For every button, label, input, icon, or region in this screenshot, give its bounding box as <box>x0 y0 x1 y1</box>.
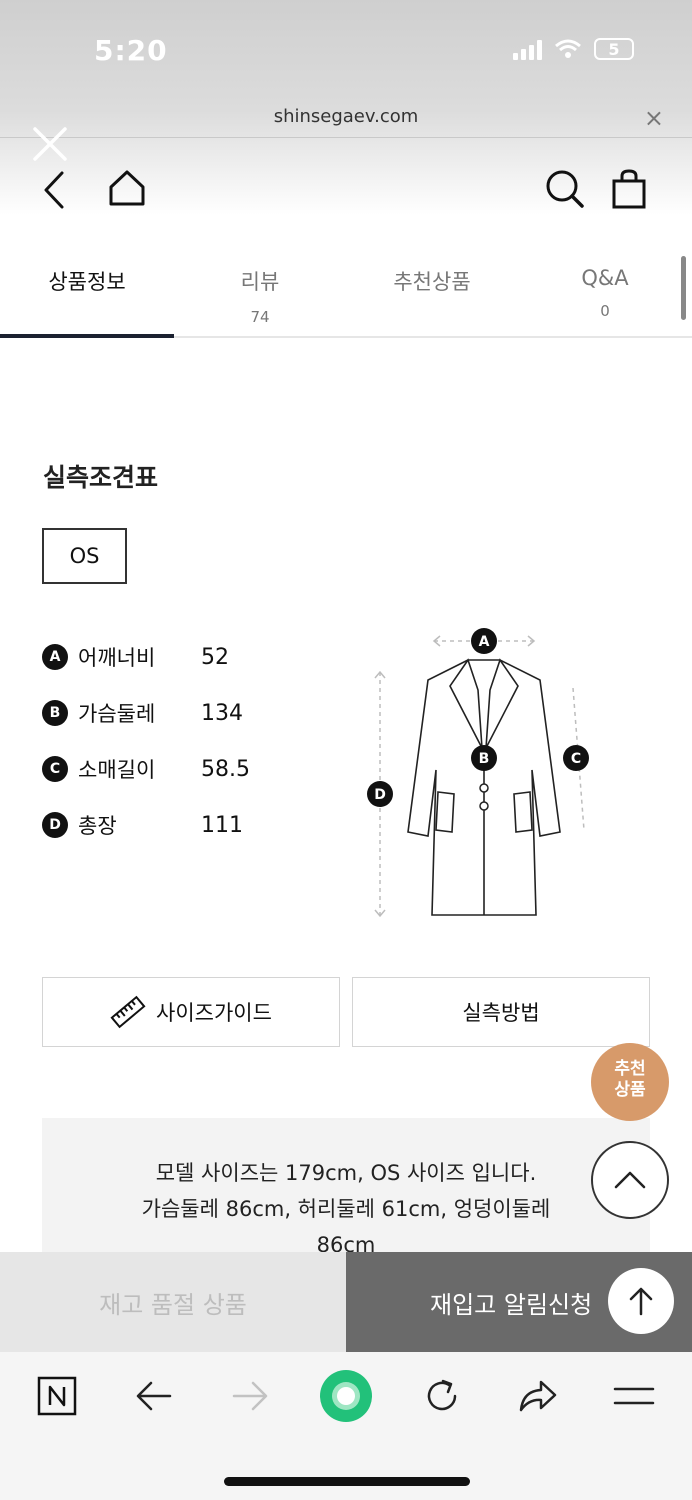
tab-label: Q&A <box>581 266 629 290</box>
measure-method-button[interactable]: 실측방법 <box>352 977 650 1047</box>
measurement-row: C 소매길이 58.5 <box>42 754 250 784</box>
marker-d-label: D <box>374 787 386 803</box>
marker-a: A <box>42 644 68 670</box>
arrow-up-icon <box>629 1287 653 1316</box>
measure-method-label: 실측방법 <box>462 1001 540 1025</box>
marker-c: C <box>42 756 68 782</box>
scroll-top-button[interactable] <box>591 1141 669 1219</box>
home-indicator <box>224 1477 470 1486</box>
marker-d: D <box>367 781 393 807</box>
marker-d: D <box>42 812 68 838</box>
divider <box>0 137 692 138</box>
measurement-value: 58.5 <box>201 756 250 782</box>
status-time: 5:20 <box>94 34 168 67</box>
tab-count: 74 <box>250 308 270 326</box>
tab-recommended[interactable]: 추천상품 <box>346 240 518 296</box>
coat-button <box>479 783 489 793</box>
measurement-label: 어깨너비 <box>78 646 156 670</box>
scroll-up-button[interactable] <box>608 1268 674 1334</box>
measurement-value: 134 <box>201 700 243 726</box>
model-info-line: 모델 사이즈는 179cm, OS 사이즈 입니다. <box>155 1161 537 1185</box>
size-chart-title: 실측조견표 <box>43 463 159 492</box>
marker-a-label: A <box>479 634 490 650</box>
scrollbar[interactable] <box>681 256 686 320</box>
size-guide-label: 사이즈가이드 <box>156 1001 272 1025</box>
marker-c-label: C <box>571 751 581 767</box>
sold-out-button: 재고 품절 상품 <box>0 1252 346 1352</box>
purchase-bar: 재고 품절 상품 재입고 알림신청 <box>0 1252 692 1352</box>
active-tab-indicator <box>0 334 174 338</box>
recommended-products-badge[interactable]: 추천 상품 <box>591 1043 669 1121</box>
coat-measurement-diagram: A B C D <box>367 628 589 918</box>
measurement-label: 소매길이 <box>78 758 156 782</box>
naver-icon[interactable] <box>37 1376 77 1416</box>
product-tabs: 상품정보 리뷰 74 추천상품 Q&A 0 <box>0 240 692 338</box>
measurement-row: A 어깨너비 52 <box>42 642 229 672</box>
home-icon[interactable] <box>106 168 148 208</box>
share-icon[interactable] <box>517 1376 559 1416</box>
tab-label: 리뷰 <box>240 270 280 294</box>
marker-b: B <box>471 745 497 771</box>
badge-line: 추천 <box>614 1059 646 1079</box>
browser-forward-icon[interactable] <box>230 1378 270 1414</box>
measurement-value: 111 <box>201 812 243 838</box>
tab-count: 0 <box>600 302 610 320</box>
measurement-label: 총장 <box>78 814 117 838</box>
tab-label: 상품정보 <box>48 270 126 294</box>
size-option-os[interactable]: OS <box>42 528 127 584</box>
tab-reviews[interactable]: 리뷰 74 <box>174 240 346 326</box>
size-guide-button[interactable]: 사이즈가이드 <box>42 977 340 1047</box>
signal-icon <box>513 38 542 60</box>
badge-line: 상품 <box>614 1080 646 1100</box>
tab-qna[interactable]: Q&A 0 <box>518 240 692 320</box>
measurement-value: 52 <box>201 644 229 670</box>
battery-icon: 5 <box>594 38 634 60</box>
search-icon[interactable] <box>544 168 586 210</box>
browser-back-icon[interactable] <box>134 1378 174 1414</box>
status-icons: 5 <box>513 38 634 60</box>
shopping-bag-icon[interactable] <box>610 168 648 210</box>
marker-a: A <box>471 628 497 654</box>
url-close-icon[interactable]: × <box>644 104 664 132</box>
close-icon[interactable] <box>30 124 70 164</box>
wifi-icon <box>555 39 581 58</box>
measurement-label: 가슴둘레 <box>78 702 156 726</box>
tab-label: 추천상품 <box>393 270 471 294</box>
coat-button <box>479 801 489 811</box>
chevron-up-icon <box>614 1171 646 1189</box>
measurement-row: B 가슴둘레 134 <box>42 698 243 728</box>
tab-product-info[interactable]: 상품정보 <box>0 240 174 296</box>
marker-c: C <box>563 745 589 771</box>
menu-icon[interactable] <box>613 1382 655 1410</box>
refresh-icon[interactable] <box>422 1376 462 1416</box>
marker-b-label: B <box>479 751 490 767</box>
green-record-icon[interactable] <box>318 1368 374 1424</box>
marker-b: B <box>42 700 68 726</box>
back-icon[interactable] <box>38 170 70 210</box>
model-info-line: 가슴둘레 86cm, 허리둘레 61cm, 엉덩이둘레 <box>141 1197 551 1221</box>
model-info-text: 모델 사이즈는 179cm, OS 사이즈 입니다. 가슴둘레 86cm, 허리… <box>42 1155 650 1263</box>
measurement-row: D 총장 111 <box>42 810 243 840</box>
ruler-icon <box>110 995 146 1029</box>
url-display[interactable]: shinsegaev.com <box>0 106 692 127</box>
